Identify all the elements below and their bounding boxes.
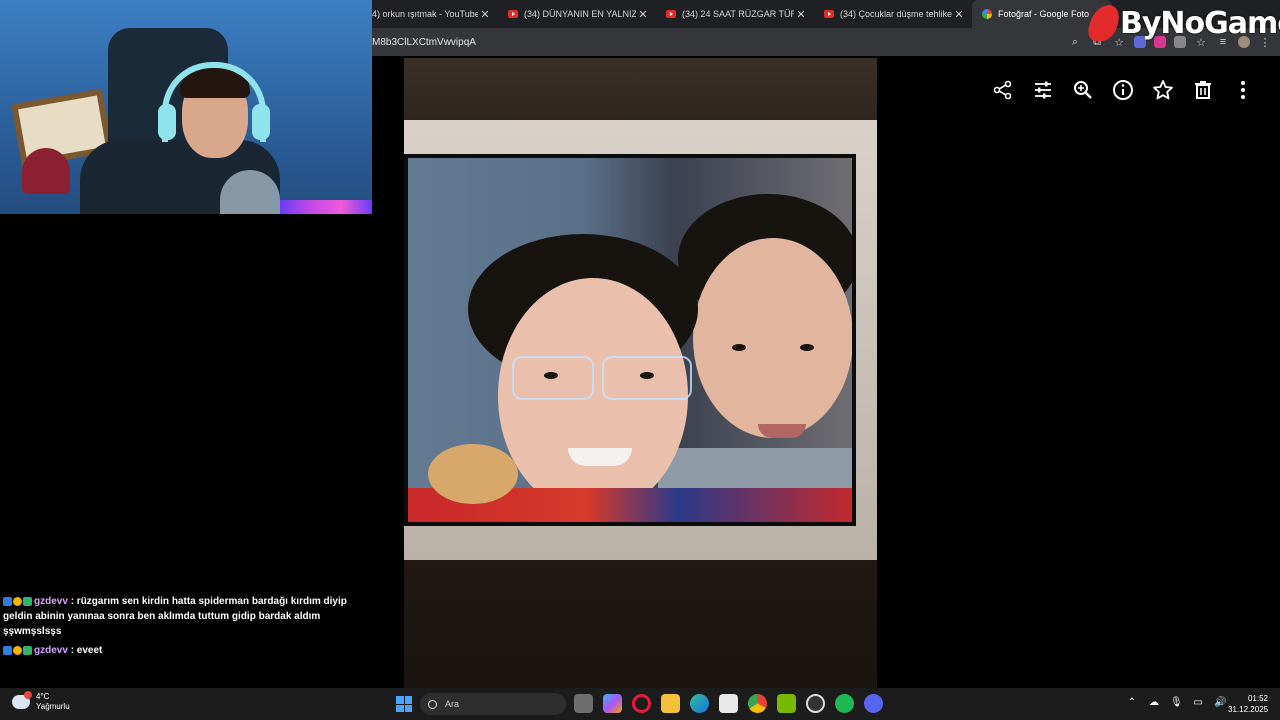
google-photos-icon — [982, 9, 992, 19]
logo-mark — [1085, 5, 1123, 41]
logo-text: ByNoGame — [1120, 5, 1280, 41]
nvidia-icon[interactable] — [777, 694, 796, 713]
badge-icon — [3, 596, 12, 606]
share-icon[interactable] — [990, 74, 1016, 106]
face-right — [693, 238, 852, 438]
favorite-icon[interactable] — [1150, 74, 1176, 106]
chevron-up-icon[interactable]: ⌃ — [1126, 697, 1138, 709]
eye — [800, 344, 814, 351]
browser-tab[interactable]: 4) orkun ışıtmak - YouTube ✕ — [372, 0, 498, 28]
taskbar-apps — [574, 694, 883, 713]
weather-desc: Yağmurlu — [36, 702, 70, 711]
weather-temp: 4°C — [36, 692, 50, 701]
photo[interactable] — [404, 58, 877, 688]
youtube-icon — [824, 10, 834, 18]
channel-logo: ByNoGame — [1085, 0, 1280, 46]
discord-icon[interactable] — [864, 694, 883, 713]
weather-widget[interactable]: 4°C Yağmurlu — [12, 691, 70, 712]
stream-chat: gzdevv : rüzgarım sen kirdin hatta spide… — [3, 594, 375, 662]
browser-tab[interactable]: (34) DÜNYANIN EN YALNIZ EV ✕ — [498, 0, 656, 28]
browser-tab[interactable]: (34) Çocuklar düşme tehlikesi ✕ — [814, 0, 972, 28]
user-badges — [3, 596, 32, 606]
windows-start-icon[interactable] — [396, 696, 412, 712]
onedrive-icon[interactable]: ☁ — [1148, 697, 1160, 709]
chat-username: gzdevv — [34, 596, 68, 607]
headphone-left — [158, 104, 176, 140]
badge-icon — [23, 645, 32, 655]
system-tray: ⌃ ☁ 🎙 ▭ 🔊 — [1126, 697, 1227, 709]
rain-cloud-icon — [12, 691, 32, 709]
chat-message: gzdevv : eveet — [3, 643, 375, 658]
clock-date: 31.12.2025 — [1228, 705, 1269, 714]
network-icon[interactable]: ▭ — [1192, 697, 1204, 709]
tab-label: (34) 24 SAAT RÜZGAR TÜRBİN — [682, 9, 794, 19]
delete-icon[interactable] — [1190, 74, 1216, 106]
headphones — [162, 62, 266, 142]
user-badges — [3, 645, 32, 655]
badge-icon — [3, 645, 12, 655]
badge-icon — [23, 596, 32, 606]
tab-label: (34) Çocuklar düşme tehlikesi — [840, 9, 952, 19]
volume-icon[interactable]: 🔊 — [1214, 697, 1226, 709]
microphone-icon[interactable]: 🎙 — [1170, 697, 1183, 709]
youtube-icon — [666, 10, 676, 18]
screen: 4) orkun ışıtmak - YouTube ✕ (34) DÜNYAN… — [0, 0, 1280, 720]
cap — [22, 148, 70, 194]
badge-icon — [13, 645, 22, 655]
taskbar: 4°C Yağmurlu Ara ⌃ ☁ 🎙 ▭ 🔊 01:52 31.12.2… — [0, 688, 1280, 720]
close-icon[interactable]: ✕ — [794, 8, 808, 21]
photo-viewer-toolbar — [990, 74, 1256, 106]
close-icon[interactable]: ✕ — [478, 8, 492, 21]
mouth — [568, 448, 632, 466]
photo-content — [408, 158, 852, 522]
obs-icon[interactable] — [806, 694, 825, 713]
webcam-overlay — [0, 0, 372, 214]
mouth — [758, 424, 806, 438]
file-explorer-icon[interactable] — [661, 694, 680, 713]
store-icon[interactable] — [719, 694, 738, 713]
stuffed-toy — [428, 444, 518, 504]
zoom-icon[interactable]: ⌕ — [1068, 36, 1082, 49]
eye — [544, 372, 558, 379]
badge-icon — [13, 596, 22, 606]
led-strip — [280, 200, 372, 214]
edit-icon[interactable] — [1030, 74, 1056, 106]
monitor-screen — [404, 154, 856, 526]
spotify-icon[interactable] — [835, 694, 854, 713]
search-placeholder: Ara — [445, 699, 460, 709]
info-icon[interactable] — [1110, 74, 1136, 106]
zoom-icon[interactable] — [1070, 74, 1096, 106]
search-icon — [428, 699, 437, 709]
weather-text: 4°C Yağmurlu — [36, 692, 70, 712]
url-field[interactable]: M8b3ClLXCtmVwvipqA — [372, 37, 1068, 48]
tab-label: (34) DÜNYANIN EN YALNIZ EV — [524, 9, 636, 19]
chat-username: gzdevv — [34, 645, 68, 656]
copilot-icon[interactable] — [603, 694, 622, 713]
chat-message: gzdevv : rüzgarım sen kirdin hatta spide… — [3, 594, 375, 639]
close-icon[interactable]: ✕ — [636, 8, 650, 21]
task-view-icon[interactable] — [574, 694, 593, 713]
eye — [732, 344, 746, 351]
headphone-right — [252, 104, 270, 140]
chrome-icon[interactable] — [748, 694, 767, 713]
opera-icon[interactable] — [632, 694, 651, 713]
close-icon[interactable]: ✕ — [952, 8, 966, 21]
eye — [640, 372, 654, 379]
clock[interactable]: 01:52 31.12.2025 — [1228, 693, 1268, 715]
tab-label: 4) orkun ışıtmak - YouTube — [372, 9, 478, 19]
chat-text: : eveet — [70, 645, 103, 656]
more-icon[interactable] — [1230, 74, 1256, 106]
browser-tab[interactable]: (34) 24 SAAT RÜZGAR TÜRBİN ✕ — [656, 0, 814, 28]
taskbar-search[interactable]: Ara — [420, 693, 566, 715]
youtube-icon — [508, 10, 518, 18]
clock-time: 01:52 — [1247, 694, 1268, 703]
edge-icon[interactable] — [690, 694, 709, 713]
